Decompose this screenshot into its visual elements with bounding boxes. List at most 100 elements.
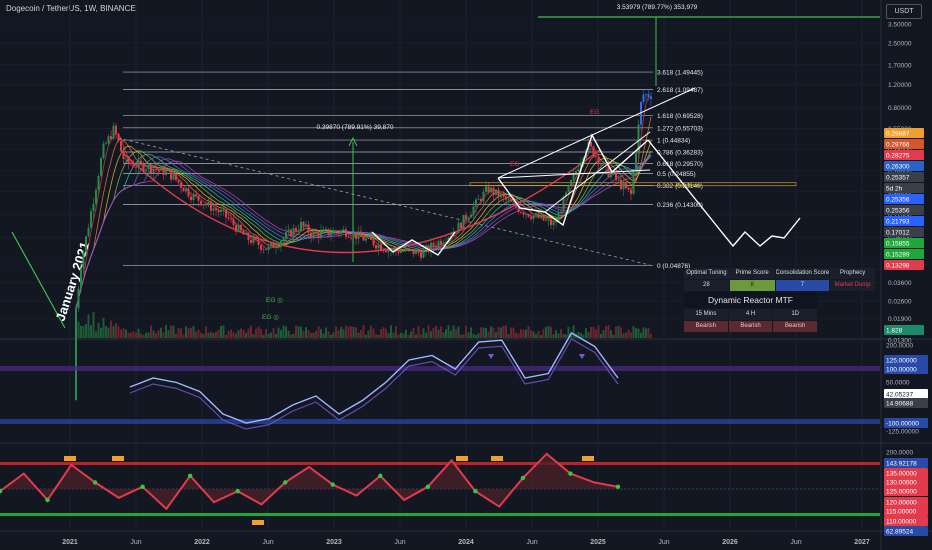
volume-bar <box>355 327 357 338</box>
fib-level-label: 1.618 (0.69528) <box>657 113 703 120</box>
candle-body <box>417 249 420 253</box>
osc1-tick-label: 50.0000 <box>886 380 910 387</box>
volume-bar <box>510 327 512 338</box>
oscillator-line <box>129 332 619 424</box>
table-value-row: 28 8 7 Market Dump <box>684 280 876 292</box>
candle-body <box>402 250 405 252</box>
volume-bar <box>450 330 452 338</box>
volume-bar <box>517 333 520 338</box>
table-title: Dynamic Reactor MTF <box>684 292 817 308</box>
volume-bar <box>472 333 475 338</box>
volume-bar <box>82 325 85 338</box>
volume-bar <box>360 329 362 338</box>
volume-bar <box>267 333 270 338</box>
oscillator-dot <box>568 471 573 476</box>
candle-body <box>595 156 597 158</box>
candle-body <box>280 241 282 247</box>
candle-body <box>597 156 600 165</box>
candle-body <box>477 199 480 200</box>
price-label: 0.28275 <box>886 153 910 160</box>
moving-average-line <box>75 154 652 309</box>
candle-body <box>295 228 297 231</box>
volume-bar <box>255 328 257 338</box>
table-header-cell: Prophecy <box>830 268 876 279</box>
candle-body <box>262 249 265 251</box>
volume-bar <box>327 331 330 338</box>
volume-bar <box>180 328 182 338</box>
volume-bar <box>230 329 232 338</box>
candle-body <box>380 244 382 251</box>
candle-body <box>197 195 200 201</box>
x-tick-label: 2022 <box>194 539 210 546</box>
candle-body <box>455 232 457 234</box>
candle-body <box>592 146 595 157</box>
candle-body <box>222 209 225 211</box>
candle-body <box>292 228 295 237</box>
candle-body <box>297 230 300 232</box>
candle-body <box>360 231 362 237</box>
volume-bar <box>560 329 562 338</box>
volume-bar <box>200 332 202 338</box>
table-value-cell: 7 <box>775 280 830 291</box>
candle-body <box>300 221 302 231</box>
eg-label: EG <box>510 161 519 168</box>
volume-bar <box>627 329 630 338</box>
candle-body <box>347 236 350 238</box>
candle-body <box>500 194 502 198</box>
volume-bar <box>432 327 435 338</box>
chart-root: Dogecoin / TetherUS, 1W, BINANCE USDT 3.… <box>0 0 932 550</box>
candle-body <box>282 237 285 242</box>
osc2-tick-label: 110.00000 <box>886 519 917 526</box>
candle-body <box>382 250 385 251</box>
table-header-cell: Consolidation Score <box>775 268 830 279</box>
volume-bar <box>115 323 117 338</box>
volume-bar <box>232 332 235 338</box>
volume-bar <box>160 327 162 338</box>
candle-body <box>557 211 560 221</box>
oversold-band <box>0 419 880 424</box>
volume-bar <box>205 326 207 338</box>
signal-marker <box>488 354 494 359</box>
volume-bar <box>407 334 410 338</box>
osc2-tick-label: 200.0000 <box>886 450 913 457</box>
y-tick-label: 3.50000 <box>888 21 912 28</box>
candle-body <box>487 186 490 193</box>
price-label: 0.25356 <box>886 197 910 204</box>
candle-body <box>260 244 262 250</box>
table-state-cell: Bearish <box>684 321 728 332</box>
volume-bar <box>645 328 647 338</box>
candle-body <box>480 199 482 202</box>
table-timeframe-cell: 4 H <box>728 309 773 320</box>
volume-bar <box>300 326 302 338</box>
price-label: 0.13298 <box>886 263 910 270</box>
candle-body <box>527 213 530 217</box>
volume-bar <box>357 332 360 338</box>
candle-body <box>290 229 292 237</box>
volume-bar <box>257 326 260 338</box>
candle-body <box>307 224 310 233</box>
candle-body <box>610 174 612 177</box>
volume-bar <box>475 334 477 338</box>
candle-body <box>155 169 157 170</box>
price-label: 0.29766 <box>886 142 910 149</box>
candle-body <box>370 236 372 240</box>
volume-bar <box>632 326 635 338</box>
volume-bar <box>585 328 587 338</box>
volume-bar <box>245 333 247 338</box>
volume-bar <box>572 325 575 338</box>
candle-body <box>335 230 337 233</box>
candle-body <box>520 212 522 213</box>
volume-bar <box>307 330 310 338</box>
candle-body <box>140 160 142 164</box>
candle-body <box>235 225 237 232</box>
volume-bar <box>642 327 645 338</box>
volume-bar <box>415 334 417 338</box>
volume-bar <box>337 330 340 338</box>
volume-bar <box>590 326 592 338</box>
candle-body <box>355 232 357 239</box>
volume-bar <box>295 325 297 338</box>
candle-body <box>250 239 252 243</box>
volume-bar <box>485 328 487 338</box>
candle-body <box>332 230 335 234</box>
candle-body <box>397 250 400 253</box>
